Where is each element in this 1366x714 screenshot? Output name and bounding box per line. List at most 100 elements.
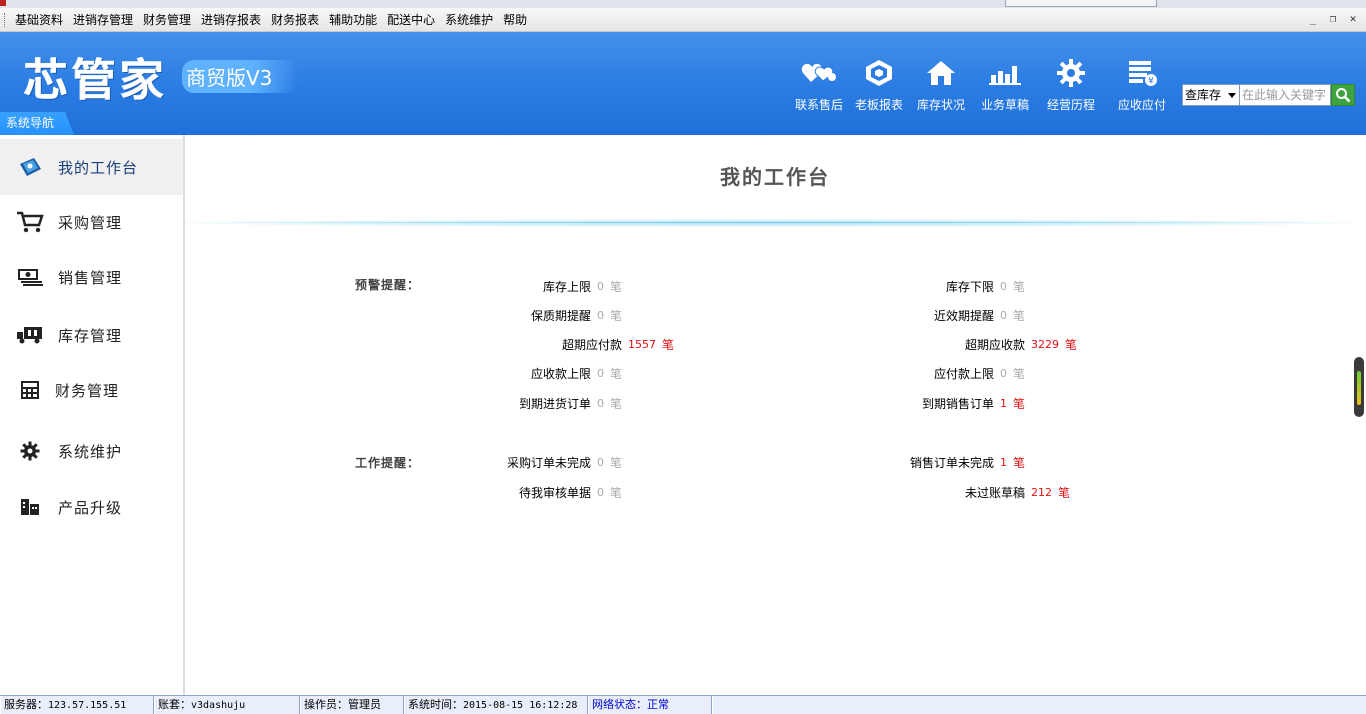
warning-shelf-life[interactable]: 保质期提醒 0 笔 bbox=[531, 307, 622, 323]
row-label: 采购订单未完成 bbox=[506, 455, 591, 470]
restore-button[interactable]: ❐ bbox=[1324, 11, 1342, 27]
row-count: 1 bbox=[999, 455, 1007, 469]
status-network-value: 正常 bbox=[647, 698, 669, 711]
row-count: 3229 bbox=[1031, 337, 1060, 351]
row-count: 0 bbox=[999, 308, 1007, 322]
sidebar-item-product-upgrade[interactable]: 产品升级 bbox=[0, 479, 183, 535]
row-count: 0 bbox=[596, 396, 604, 410]
row-unit: 笔 bbox=[609, 308, 622, 323]
tool-business-history[interactable]: 经营历程 bbox=[1047, 58, 1095, 116]
sidebar-item-workbench[interactable]: 我的工作台 bbox=[0, 139, 183, 195]
status-account-label: 账套： bbox=[158, 698, 191, 711]
menu-inventory-management[interactable]: 进销存管理 bbox=[68, 8, 138, 32]
money-list-icon: ¥ bbox=[1124, 58, 1160, 88]
tool-label: 联系售后 bbox=[795, 98, 844, 112]
search-input[interactable] bbox=[1240, 84, 1331, 106]
warning-stock-lower[interactable]: 库存下限 0 笔 bbox=[946, 278, 1025, 294]
menu-system-maintenance[interactable]: 系统维护 bbox=[440, 8, 498, 32]
warning-section-label: 预警提醒： bbox=[355, 278, 421, 292]
status-operator-label: 操作员： bbox=[304, 698, 348, 711]
status-network-label: 网络状态： bbox=[592, 698, 647, 711]
work-unposted-drafts[interactable]: 未过账草稿 212 笔 bbox=[965, 484, 1070, 500]
menu-basic-data[interactable]: 基础资料 bbox=[10, 8, 68, 32]
row-label: 待我审核单据 bbox=[518, 485, 591, 500]
warning-near-expiry[interactable]: 近效期提醒 0 笔 bbox=[934, 307, 1025, 323]
warning-due-purchase-orders[interactable]: 到期进货订单 0 笔 bbox=[519, 395, 622, 411]
work-pending-review[interactable]: 待我审核单据 0 笔 bbox=[519, 484, 622, 500]
row-label: 未过账草稿 bbox=[965, 485, 1026, 500]
upgrade-icon bbox=[16, 495, 44, 519]
sidebar-item-sales[interactable]: 销售管理 bbox=[0, 249, 183, 305]
tool-contact-support[interactable]: 联系售后 bbox=[795, 58, 843, 116]
row-label: 应收款上限 bbox=[530, 366, 591, 381]
status-network: 网络状态：正常 bbox=[588, 696, 712, 714]
status-operator-value: 管理员 bbox=[348, 698, 381, 711]
tool-label: 业务草稿 bbox=[981, 98, 1030, 112]
report-hexagon-icon bbox=[861, 58, 897, 88]
menu-distribution-center[interactable]: 配送中心 bbox=[382, 8, 440, 32]
sidebar-item-inventory[interactable]: 库存管理 bbox=[0, 307, 183, 363]
window-controls: _ ❐ ✕ bbox=[1304, 11, 1362, 27]
sidebar-item-label: 采购管理 bbox=[58, 213, 123, 232]
row-label: 到期进货订单 bbox=[518, 396, 591, 411]
row-label: 近效期提醒 bbox=[933, 308, 994, 323]
menu-auxiliary[interactable]: 辅助功能 bbox=[324, 8, 382, 32]
work-purchase-orders-incomplete[interactable]: 采购订单未完成 0 笔 bbox=[507, 454, 622, 470]
search-button[interactable] bbox=[1331, 84, 1355, 106]
row-count: 0 bbox=[596, 279, 604, 293]
warning-stock-upper[interactable]: 库存上限 0 笔 bbox=[543, 278, 622, 294]
row-unit: 笔 bbox=[609, 455, 622, 470]
close-button[interactable]: ✕ bbox=[1344, 11, 1362, 27]
sidebar-item-label: 财务管理 bbox=[55, 381, 120, 400]
row-count: 1 bbox=[999, 396, 1007, 410]
search-icon bbox=[1336, 88, 1351, 103]
search-type-select[interactable]: 查库存 bbox=[1182, 84, 1240, 106]
menu-finance-management[interactable]: 财务管理 bbox=[138, 8, 196, 32]
calculator-icon bbox=[16, 378, 44, 402]
status-account: 账套：v3dashuju bbox=[154, 696, 300, 714]
logo: 芯管家 商贸版V3 bbox=[24, 46, 299, 106]
sidebar-item-label: 产品升级 bbox=[58, 498, 123, 517]
row-unit: 笔 bbox=[1012, 279, 1025, 294]
warning-due-sales-orders[interactable]: 到期销售订单 1 笔 bbox=[922, 395, 1025, 411]
workbench-panel: 我的工作台 预警提醒： 库存上限 0 笔 保质期提醒 0 笔 超期应付款 155… bbox=[185, 135, 1353, 695]
tool-business-draft[interactable]: 业务草稿 bbox=[981, 58, 1029, 116]
minimize-button[interactable]: _ bbox=[1304, 11, 1322, 27]
warning-overdue-receivable[interactable]: 超期应收款 3229 笔 bbox=[965, 336, 1077, 352]
work-sales-orders-incomplete[interactable]: 销售订单未完成 1 笔 bbox=[910, 454, 1025, 470]
scroll-indicator[interactable] bbox=[1354, 357, 1364, 417]
status-account-value: v3dashuju bbox=[191, 700, 246, 711]
search-type-value: 查库存 bbox=[1185, 88, 1222, 102]
sidebar-item-purchase[interactable]: 采购管理 bbox=[0, 194, 183, 250]
sidebar-item-label: 库存管理 bbox=[58, 326, 123, 345]
warning-payable-upper[interactable]: 应付款上限 0 笔 bbox=[934, 365, 1025, 381]
menu-finance-reports[interactable]: 财务报表 bbox=[266, 8, 324, 32]
scroll-indicator-bar bbox=[1357, 371, 1361, 405]
row-label: 超期应收款 bbox=[965, 337, 1026, 352]
row-count: 212 bbox=[1031, 485, 1053, 499]
taskbar-button[interactable] bbox=[1005, 0, 1157, 7]
window-title-strip bbox=[0, 0, 1366, 8]
row-unit: 笔 bbox=[609, 396, 622, 411]
warning-overdue-payable[interactable]: 超期应付款 1557 笔 bbox=[562, 336, 674, 352]
tool-inventory-status[interactable]: 库存状况 bbox=[917, 58, 965, 116]
sidebar-item-finance[interactable]: 财务管理 bbox=[0, 362, 183, 418]
row-label: 库存下限 bbox=[945, 279, 994, 294]
page-title: 我的工作台 bbox=[720, 165, 830, 189]
sidebar-item-system-maintenance[interactable]: 系统维护 bbox=[0, 423, 183, 479]
row-unit: 笔 bbox=[1065, 337, 1078, 352]
row-count: 1557 bbox=[628, 337, 657, 351]
app-header: 芯管家 商贸版V3 系统导航 联系售后 老板报表 库存状况 业务草稿 经营历程 … bbox=[0, 32, 1366, 135]
menu-inventory-reports[interactable]: 进销存报表 bbox=[196, 8, 266, 32]
row-count: 0 bbox=[596, 485, 604, 499]
menu-help[interactable]: 帮助 bbox=[498, 8, 532, 32]
status-server-label: 服务器： bbox=[4, 698, 48, 711]
title-divider-glow bbox=[185, 219, 1353, 227]
tool-receivable-payable[interactable]: ¥ 应收应付 bbox=[1118, 58, 1166, 116]
warning-receivable-upper[interactable]: 应收款上限 0 笔 bbox=[531, 365, 622, 381]
tool-boss-report[interactable]: 老板报表 bbox=[855, 58, 903, 116]
status-time-label: 系统时间： bbox=[408, 698, 463, 711]
sidebar-item-label: 系统维护 bbox=[58, 442, 123, 461]
tool-label: 应收应付 bbox=[1118, 98, 1167, 112]
row-count: 0 bbox=[596, 455, 604, 469]
